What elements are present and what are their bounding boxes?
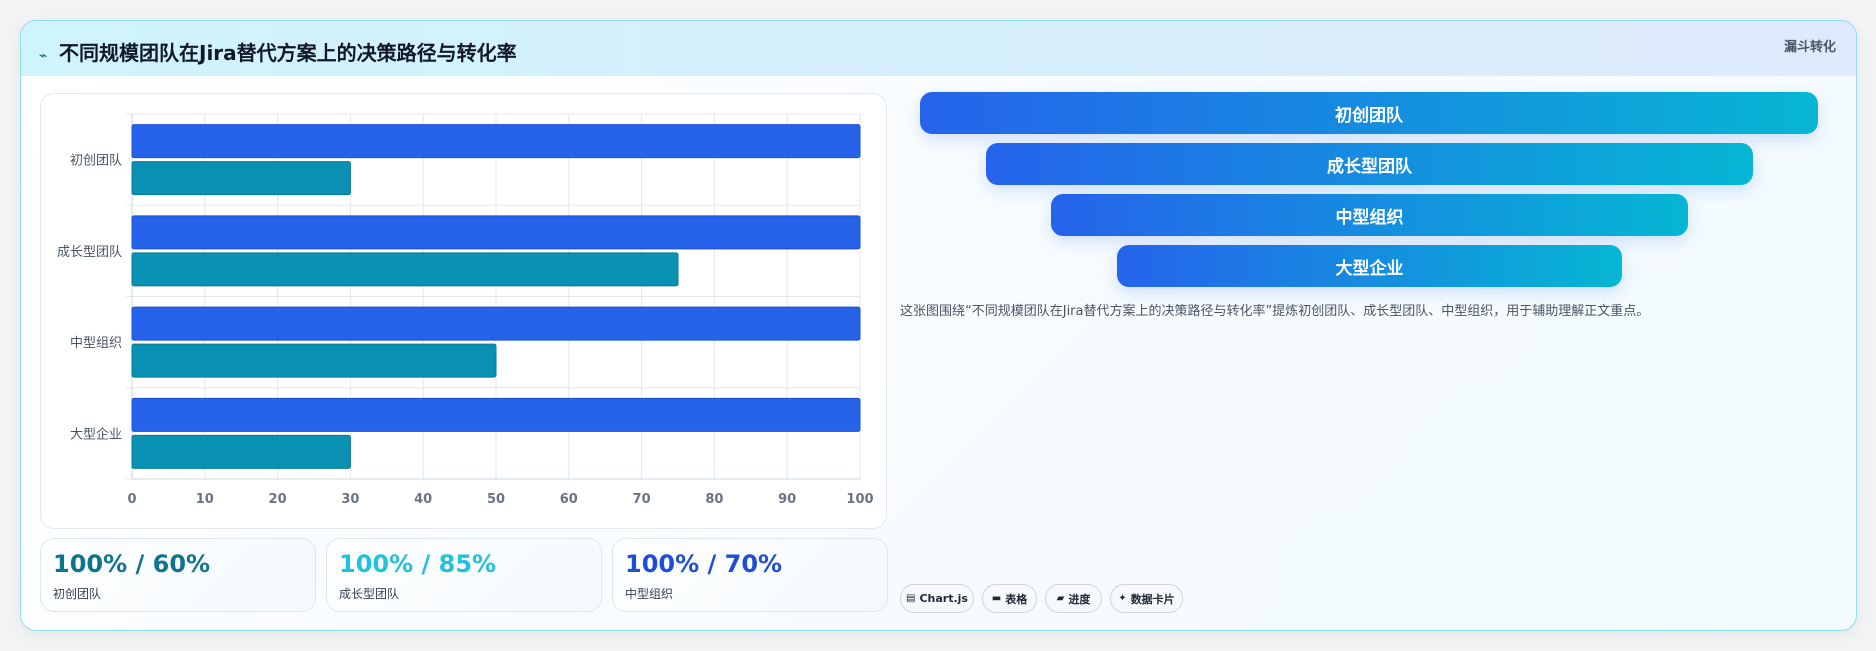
progress-icon: ▰: [1056, 593, 1065, 604]
chip-label: 进度: [1068, 592, 1091, 606]
bar: [131, 124, 861, 159]
page-title: ⌁ 不同规模团队在Jira替代方案上的决策路径与转化率: [39, 37, 517, 66]
y-tick-label: 中型组织: [70, 336, 122, 351]
funnel-step-0: 初创团队: [920, 92, 1818, 134]
x-tick-label: 90: [778, 492, 796, 507]
x-tick-label: 100: [846, 492, 873, 507]
bar: [131, 252, 679, 287]
y-tick-label: 初创团队: [70, 154, 122, 169]
x-tick-label: 80: [705, 492, 723, 507]
chip-label: Chart.js: [919, 592, 968, 605]
bar: [131, 434, 351, 469]
x-tick-label: 20: [269, 492, 287, 507]
x-tick-label: 10: [196, 492, 214, 507]
chart-card: ⌁ 不同规模团队在Jira替代方案上的决策路径与转化率 漏斗转化 0 10 20 30 4…: [20, 20, 1857, 631]
trend-icon: ⌁: [39, 48, 48, 64]
funnel-step-1: 成长型团队: [986, 143, 1753, 185]
bar-chart: 0 10 20 30 40 50 60 70 80 90 100 初创团队成长型团队中型组织大型企业: [57, 113, 874, 507]
chart-type-badge: 漏斗转化: [1783, 40, 1836, 55]
stat-value: 100% / 70%: [625, 550, 783, 578]
chart-icon: ▤: [906, 593, 916, 604]
table-icon: ▬: [991, 593, 1002, 604]
bar: [131, 343, 497, 378]
x-tick-label: 40: [414, 492, 432, 507]
bar: [131, 397, 861, 432]
y-tick-label: 大型企业: [70, 426, 122, 442]
chip-table[interactable]: ▬ 表格: [982, 584, 1037, 613]
stat-value: 100% / 60%: [53, 550, 211, 578]
chip-label: 数据卡片: [1130, 592, 1175, 606]
stat-label: 初创团队: [53, 587, 102, 601]
x-tick-label: 0: [127, 492, 136, 507]
stat-card-0: 100% / 60% 初创团队: [40, 538, 316, 612]
chip-progress[interactable]: ▰ 进度: [1045, 584, 1102, 613]
chart-description: 这张图围绕“不同规模团队在Jira替代方案上的决策路径与转化率”提炼初创团队、成…: [900, 304, 1650, 319]
x-tick-label: 70: [633, 492, 651, 507]
bar-chart-container: 0 10 20 30 40 50 60 70 80 90 100 初创团队成长型团队中型组织大型企业: [40, 93, 887, 529]
stat-card-2: 100% / 70% 中型组织: [612, 538, 888, 612]
stat-label: 中型组织: [625, 587, 674, 601]
chip-datacard[interactable]: ✦ 数据卡片: [1110, 584, 1183, 613]
chip-label: 表格: [1005, 592, 1028, 606]
y-tick-label: 成长型团队: [57, 245, 122, 260]
funnel-step-2: 中型组织: [1051, 194, 1688, 236]
stat-label: 成长型团队: [339, 587, 400, 601]
x-tick-label: 50: [487, 492, 505, 507]
x-tick-label: 60: [560, 492, 578, 507]
card-header: ⌁ 不同规模团队在Jira替代方案上的决策路径与转化率 漏斗转化: [21, 21, 1856, 76]
stat-value: 100% / 85%: [339, 550, 497, 578]
title-text: 不同规模团队在Jira替代方案上的决策路径与转化率: [59, 41, 517, 65]
x-tick-label: 30: [341, 492, 359, 507]
funnel-step-3: 大型企业: [1117, 245, 1622, 287]
sparkle-icon: ✦: [1118, 593, 1127, 604]
bar: [131, 215, 861, 250]
bar: [131, 161, 351, 196]
stat-card-1: 100% / 85% 成长型团队: [326, 538, 602, 612]
chip-chartjs[interactable]: ▤ Chart.js: [900, 584, 974, 613]
bar: [131, 306, 861, 341]
